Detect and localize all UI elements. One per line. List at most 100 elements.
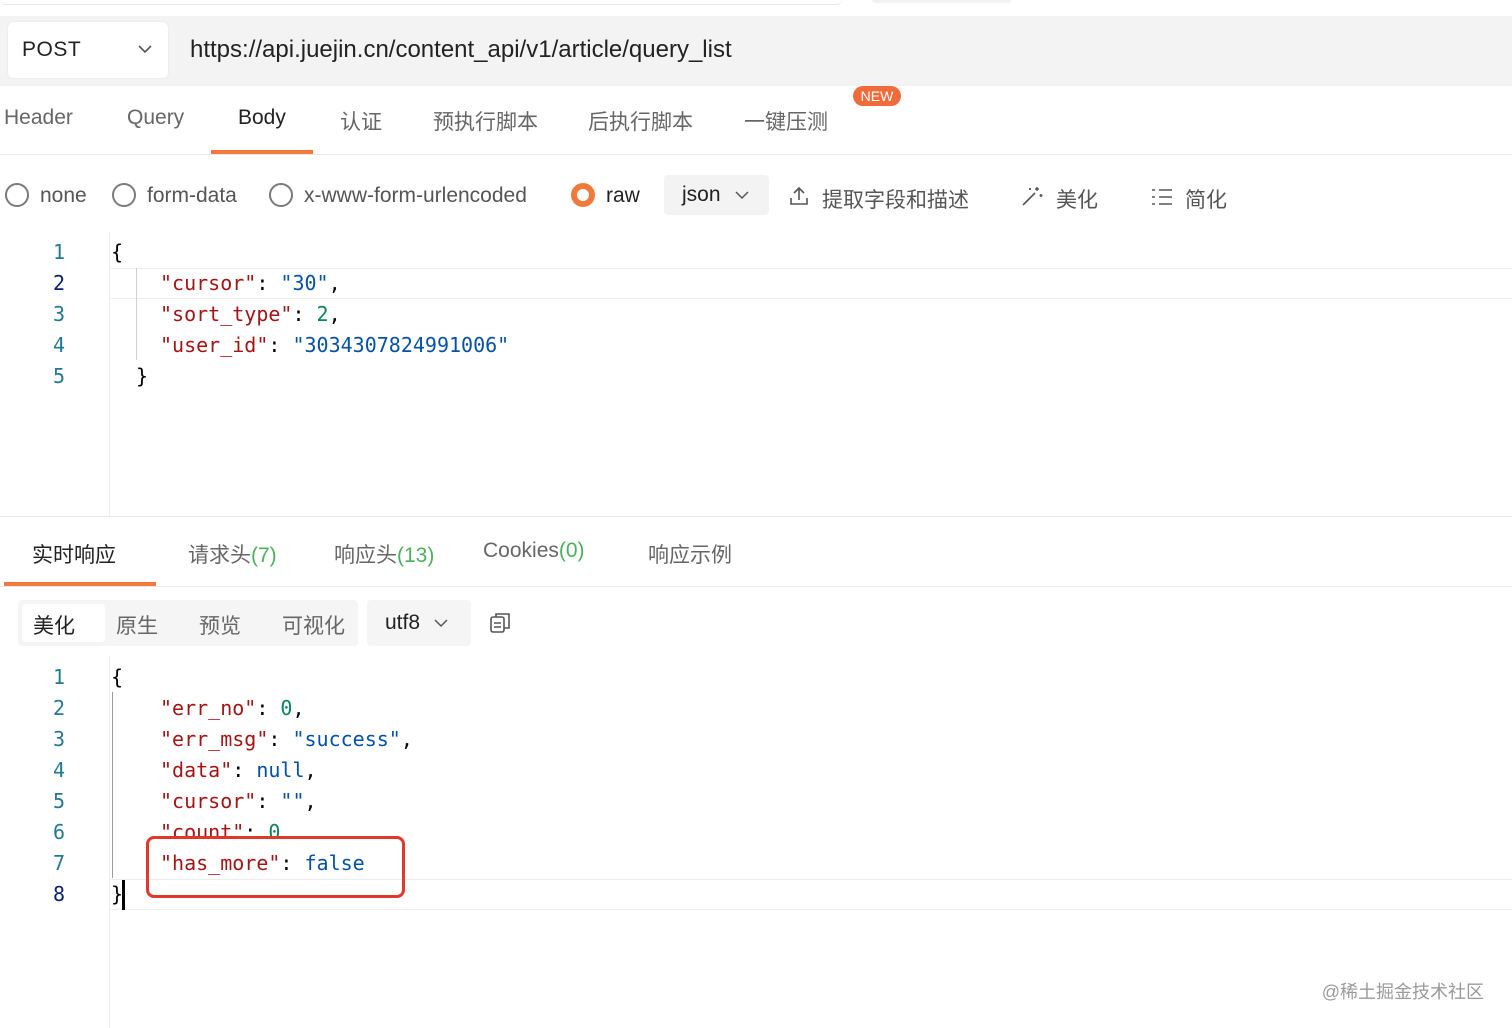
- extract-fields-button[interactable]: 提取字段和描述: [788, 184, 978, 212]
- method-select[interactable]: POST: [8, 22, 168, 78]
- new-badge: NEW: [853, 86, 901, 106]
- view-preview[interactable]: 预览: [199, 610, 241, 640]
- indent-guide: [136, 268, 137, 360]
- request-tabs: Header Query Body 认证 预执行脚本 后执行脚本 一键压测: [0, 96, 1512, 155]
- json-value: "30": [280, 271, 329, 295]
- body-format-select[interactable]: json: [664, 175, 769, 215]
- line-number: 3: [52, 302, 65, 326]
- json-value: "3034307824991006": [292, 333, 510, 357]
- json-key: "count": [160, 820, 245, 836]
- tab-live-response[interactable]: 实时响应: [32, 539, 116, 569]
- code-line: "err_msg": "success",: [160, 727, 413, 751]
- radio-none[interactable]: [5, 183, 29, 207]
- view-visualize[interactable]: 可视化: [282, 610, 345, 640]
- code-line: {: [111, 240, 123, 264]
- active-tab-indicator: [4, 582, 156, 586]
- line-number: 4: [52, 333, 65, 357]
- tab-response-example[interactable]: 响应示例: [648, 539, 732, 569]
- method-label: POST: [22, 38, 82, 61]
- encoding-select[interactable]: utf8: [367, 600, 471, 646]
- line-number: 4: [52, 758, 65, 782]
- json-value: null: [256, 758, 305, 782]
- json-value: "": [280, 789, 305, 813]
- json-key: "cursor": [160, 789, 257, 813]
- radio-label-form-data: form-data: [147, 184, 237, 207]
- body-format-label: json: [682, 183, 721, 206]
- radio-label-none: none: [40, 184, 87, 207]
- extract-fields-label: 提取字段和描述: [822, 189, 969, 212]
- tab-post-script[interactable]: 后执行脚本: [588, 106, 693, 136]
- json-brace: {: [111, 665, 124, 689]
- json-key: "cursor": [160, 271, 257, 295]
- tab-auth[interactable]: 认证: [340, 106, 382, 136]
- url-input[interactable]: https://api.juejin.cn/content_api/v1/art…: [190, 36, 732, 64]
- code-line: "cursor": "",: [160, 789, 317, 813]
- radio-raw[interactable]: [571, 183, 595, 207]
- tab-header[interactable]: Header: [4, 106, 73, 130]
- radio-label-urlencoded: x-www-form-urlencoded: [304, 184, 527, 207]
- chevron-down-icon: [434, 619, 448, 628]
- tab-load-test[interactable]: 一键压测: [744, 106, 828, 136]
- json-key: "data": [160, 758, 233, 782]
- view-beautify[interactable]: 美化: [33, 610, 75, 640]
- line-number: 6: [52, 820, 65, 844]
- copy-icon[interactable]: [488, 611, 512, 635]
- view-raw[interactable]: 原生: [116, 610, 158, 640]
- response-view-toggle: 美化 原生 预览 可视化: [18, 600, 358, 646]
- json-brace: {: [111, 240, 124, 264]
- radio-label-raw: raw: [606, 184, 640, 207]
- chevron-down-icon: [735, 191, 749, 200]
- line-number: 2: [52, 696, 65, 720]
- json-key: "err_msg": [160, 727, 269, 751]
- radio-urlencoded[interactable]: [269, 183, 293, 207]
- watermark: @稀土掘金技术社区: [1321, 982, 1484, 1002]
- active-tab-indicator: [211, 150, 313, 154]
- code-line: {: [111, 665, 123, 689]
- line-number: 1: [52, 665, 65, 689]
- code-line: "count": 0,: [160, 820, 292, 836]
- editor-gutter-divider: [109, 232, 110, 516]
- code-line: "cursor": "30",: [160, 271, 341, 295]
- line-number: 3: [52, 727, 65, 751]
- json-key: "err_no": [160, 696, 257, 720]
- json-value: "success": [292, 727, 401, 751]
- json-key: "sort_type": [160, 302, 293, 326]
- json-value: 0: [280, 696, 293, 720]
- response-tabs: 实时响应 请求头(7) 响应头(13) Cookies(0) 响应示例: [0, 517, 1512, 587]
- tab-query[interactable]: Query: [127, 106, 184, 130]
- list-icon: [1152, 189, 1172, 205]
- magic-wand-icon: [1022, 187, 1043, 206]
- tab-pre-script[interactable]: 预执行脚本: [433, 106, 538, 136]
- text-cursor: [122, 880, 125, 910]
- tab-request-headers[interactable]: 请求头(7): [188, 539, 277, 569]
- line-number: 7: [52, 851, 65, 875]
- simplify-button[interactable]: 简化: [1151, 184, 1231, 212]
- line-number: 8: [52, 882, 65, 906]
- encoding-label: utf8: [385, 611, 421, 634]
- json-brace: }: [136, 364, 149, 388]
- top-frame-edge: [0, 0, 842, 5]
- tab-response-headers[interactable]: 响应头(13): [334, 539, 434, 569]
- tab-cookies[interactable]: Cookies(0): [483, 539, 585, 563]
- editor-gutter-divider: [109, 656, 110, 1028]
- json-value: 0: [268, 820, 281, 836]
- code-line: }: [136, 364, 148, 388]
- code-line: "user_id": "3034307824991006": [160, 333, 510, 357]
- tab-body[interactable]: Body: [238, 106, 286, 130]
- upload-icon: [790, 186, 808, 205]
- line-number: 2: [52, 271, 65, 295]
- line-number: 5: [52, 789, 65, 813]
- code-line: "sort_type": 2,: [160, 302, 341, 326]
- json-value: 2: [316, 302, 329, 326]
- chevron-down-icon: [138, 45, 152, 54]
- code-line: "err_no": 0,: [160, 696, 305, 720]
- json-key: "user_id": [160, 333, 269, 357]
- beautify-label: 美化: [1056, 189, 1098, 212]
- radio-form-data[interactable]: [112, 183, 136, 207]
- annotation-highlight-box: [146, 836, 405, 898]
- beautify-button[interactable]: 美化: [1020, 184, 1100, 212]
- code-line: "data": null,: [160, 758, 317, 782]
- indent-guide: [112, 692, 113, 878]
- line-number: 1: [52, 240, 65, 264]
- line-number: 5: [52, 364, 65, 388]
